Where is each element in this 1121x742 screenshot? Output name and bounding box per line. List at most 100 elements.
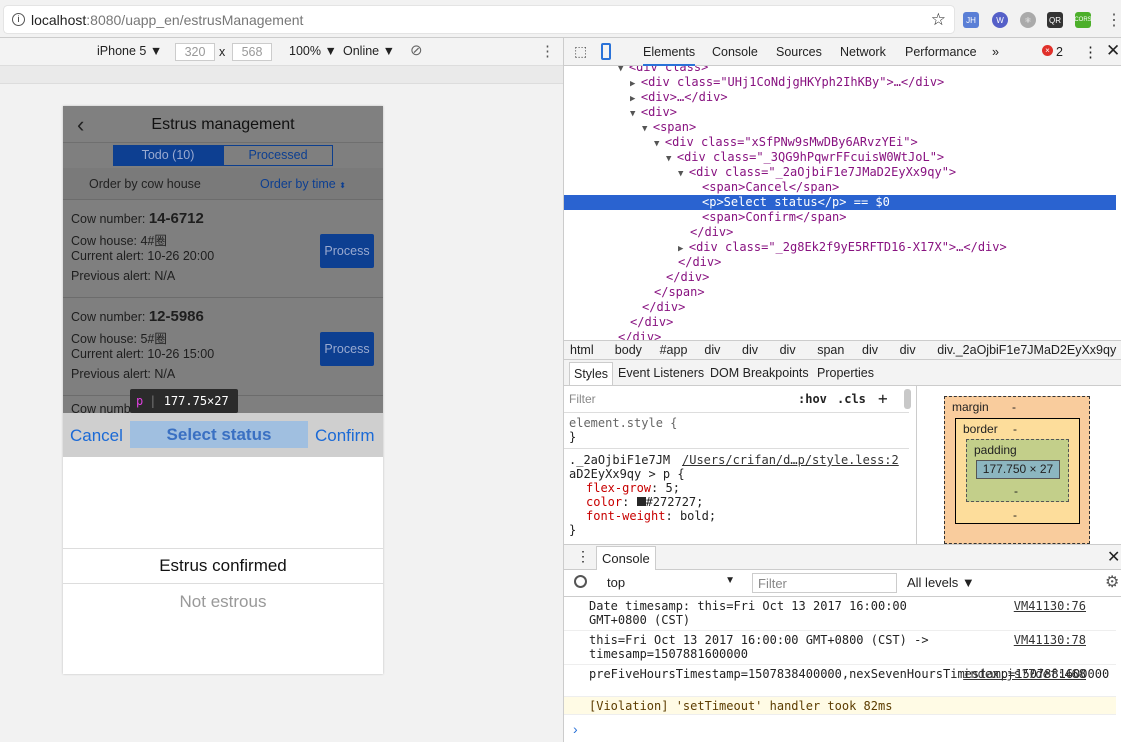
clear-console-icon[interactable] bbox=[574, 575, 587, 588]
dom-node[interactable]: </div> bbox=[564, 270, 1116, 285]
info-icon[interactable]: i bbox=[12, 13, 25, 26]
breadcrumb-item[interactable]: div bbox=[704, 343, 720, 357]
breadcrumb-item[interactable]: #app bbox=[660, 343, 688, 357]
process-button[interactable]: Process bbox=[320, 234, 374, 268]
zoom-select[interactable]: 100% ▼ bbox=[289, 44, 337, 58]
rule-source-link[interactable]: /Users/crifan/d…p/style.less:2 bbox=[682, 453, 899, 467]
cancel-button[interactable]: Cancel bbox=[70, 426, 123, 446]
prop-value[interactable]: 5; bbox=[665, 481, 679, 495]
hov-button[interactable]: :hov bbox=[798, 392, 827, 406]
expand-arrow-icon[interactable]: ▶ bbox=[678, 244, 689, 254]
device-select[interactable]: iPhone 5 ▼ bbox=[97, 44, 162, 58]
dom-node[interactable]: <p>Select status</p> == $0 bbox=[564, 195, 1116, 210]
expand-arrow-icon[interactable]: ▼ bbox=[618, 66, 629, 74]
prop-name[interactable]: color bbox=[586, 495, 622, 509]
prop-value[interactable]: bold; bbox=[680, 509, 716, 523]
tab-console[interactable]: Console bbox=[712, 38, 758, 66]
dom-node[interactable]: </div> bbox=[564, 225, 1116, 240]
tab-console-drawer[interactable]: Console bbox=[596, 546, 656, 570]
extension-jh-icon[interactable]: JH bbox=[963, 12, 979, 28]
dom-node[interactable]: ▶ <div class="UHj1CoNdjgHKYph2IhKBy">…</… bbox=[564, 75, 1116, 90]
expand-arrow-icon[interactable]: ▶ bbox=[630, 94, 641, 104]
close-devtools-icon[interactable]: ✕ bbox=[1106, 41, 1120, 61]
cls-button[interactable]: .cls bbox=[837, 392, 866, 406]
expand-arrow-icon[interactable]: ▼ bbox=[642, 124, 653, 134]
tab-elements[interactable]: Elements bbox=[643, 38, 696, 66]
element-style-rule[interactable]: element.style { bbox=[569, 416, 677, 430]
expand-arrow-icon[interactable]: ▶ bbox=[630, 79, 641, 89]
dom-node[interactable]: </div> bbox=[564, 315, 1116, 330]
tab-todo[interactable]: Todo (10) bbox=[113, 145, 223, 166]
dom-node[interactable]: ▼ <div class> bbox=[564, 66, 1116, 75]
breadcrumb-item[interactable]: div bbox=[900, 343, 916, 357]
breadcrumb-item[interactable]: html bbox=[570, 343, 594, 357]
log-levels-select[interactable]: All levels ▼ bbox=[907, 575, 975, 590]
browser-menu-icon[interactable]: ⋮ bbox=[1106, 10, 1121, 30]
order-by-house[interactable]: Order by cow house bbox=[89, 177, 201, 191]
address-bar[interactable]: i localhost:8080/uapp_en/estrusManagemen… bbox=[4, 6, 954, 33]
breadcrumb-item[interactable]: div._2aOjbiF1e7JMaD2EyXx9qy bbox=[937, 343, 1116, 357]
dom-node[interactable]: <span>Confirm</span> bbox=[564, 210, 1116, 225]
styles-scrollbar[interactable] bbox=[904, 389, 911, 409]
react-devtools-icon[interactable]: ⚛ bbox=[1020, 12, 1036, 28]
tab-sources[interactable]: Sources bbox=[776, 38, 822, 66]
tab-processed[interactable]: Processed bbox=[223, 145, 333, 166]
console-source-link[interactable]: index.js?7def:468 bbox=[963, 667, 1086, 681]
dom-node[interactable]: ▼ <div class="xSfPNw9sMwDBy6ARvzYEi"> bbox=[564, 135, 1116, 150]
dom-node[interactable]: </div> bbox=[564, 330, 1116, 340]
width-input[interactable]: 320 bbox=[175, 43, 215, 61]
device-toggle-icon[interactable] bbox=[601, 43, 611, 60]
breadcrumb-item[interactable]: div bbox=[862, 343, 878, 357]
styles-filter-input[interactable]: Filter bbox=[569, 392, 596, 406]
tab-network[interactable]: Network bbox=[840, 38, 886, 66]
tab-properties[interactable]: Properties bbox=[817, 366, 874, 380]
dom-node[interactable]: ▶ <div>…</div> bbox=[564, 90, 1116, 105]
console-source-link[interactable]: VM41130:78 bbox=[1014, 633, 1086, 647]
new-rule-button[interactable]: + bbox=[878, 389, 888, 408]
tab-dom-breakpoints[interactable]: DOM Breakpoints bbox=[710, 366, 809, 380]
picker-option-estrus-confirmed[interactable]: Estrus confirmed bbox=[63, 548, 383, 584]
height-input[interactable]: 568 bbox=[232, 43, 272, 61]
back-icon[interactable]: ‹ bbox=[77, 106, 84, 143]
prop-name[interactable]: flex-grow bbox=[586, 481, 651, 495]
dom-node[interactable]: ▶ <div class="_2g8Ek2f9yE5RFTD16-X17X">…… bbox=[564, 240, 1116, 255]
dom-node[interactable]: ▼ <div class="_3QG9hPqwrFFcuisW0WtJoL"> bbox=[564, 150, 1116, 165]
prop-name[interactable]: font-weight bbox=[586, 509, 665, 523]
tab-event-listeners[interactable]: Event Listeners bbox=[618, 366, 704, 380]
qr-code-icon[interactable]: QR bbox=[1047, 12, 1063, 28]
dom-node[interactable]: ▼ <span> bbox=[564, 120, 1116, 135]
close-drawer-icon[interactable]: ✕ bbox=[1107, 547, 1120, 567]
confirm-button[interactable]: Confirm bbox=[315, 426, 375, 446]
expand-arrow-icon[interactable]: ▼ bbox=[666, 154, 677, 164]
extension-w-icon[interactable]: W bbox=[992, 12, 1008, 28]
dom-node[interactable]: ▼ <div> bbox=[564, 105, 1116, 120]
prop-value[interactable]: #272727; bbox=[646, 495, 704, 509]
dom-node[interactable]: <span>Cancel</span> bbox=[564, 180, 1116, 195]
console-prompt[interactable]: › bbox=[573, 721, 578, 737]
dom-node[interactable]: </div> bbox=[564, 255, 1116, 270]
drawer-menu-icon[interactable]: ⋮ bbox=[576, 548, 590, 565]
breadcrumb-item[interactable]: div bbox=[742, 343, 758, 357]
breadcrumb-item[interactable]: div bbox=[780, 343, 796, 357]
dom-node[interactable]: ▼ <div class="_2aOjbiF1e7JMaD2EyXx9qy"> bbox=[564, 165, 1116, 180]
expand-arrow-icon[interactable]: ▼ bbox=[654, 139, 665, 149]
inspect-element-icon[interactable]: ⬚ bbox=[574, 43, 587, 60]
dom-node[interactable]: </div> bbox=[564, 300, 1116, 315]
media-query-ruler[interactable] bbox=[0, 66, 563, 84]
devtools-menu-icon[interactable]: ⋮ bbox=[1083, 43, 1098, 61]
process-button[interactable]: Process bbox=[320, 332, 374, 366]
breadcrumb-item[interactable]: span bbox=[817, 343, 844, 357]
tab-performance[interactable]: Performance bbox=[905, 38, 977, 66]
bookmark-star-icon[interactable]: ☆ bbox=[931, 10, 946, 30]
picker-option-not-estrous[interactable]: Not estrous bbox=[63, 584, 383, 620]
expand-arrow-icon[interactable]: ▼ bbox=[630, 109, 641, 119]
network-select[interactable]: Online ▼ bbox=[343, 44, 395, 58]
order-by-time[interactable]: Order by time ⬍ bbox=[260, 177, 346, 191]
cors-extension-icon[interactable]: CORS bbox=[1074, 12, 1092, 28]
console-source-link[interactable]: VM41130:76 bbox=[1014, 599, 1086, 613]
dom-node[interactable]: </span> bbox=[564, 285, 1116, 300]
rotate-icon[interactable]: ⊘ bbox=[410, 41, 423, 59]
more-tabs-button[interactable]: » bbox=[992, 38, 999, 66]
error-icon[interactable]: × bbox=[1042, 45, 1053, 56]
breadcrumb-item[interactable]: body bbox=[615, 343, 642, 357]
